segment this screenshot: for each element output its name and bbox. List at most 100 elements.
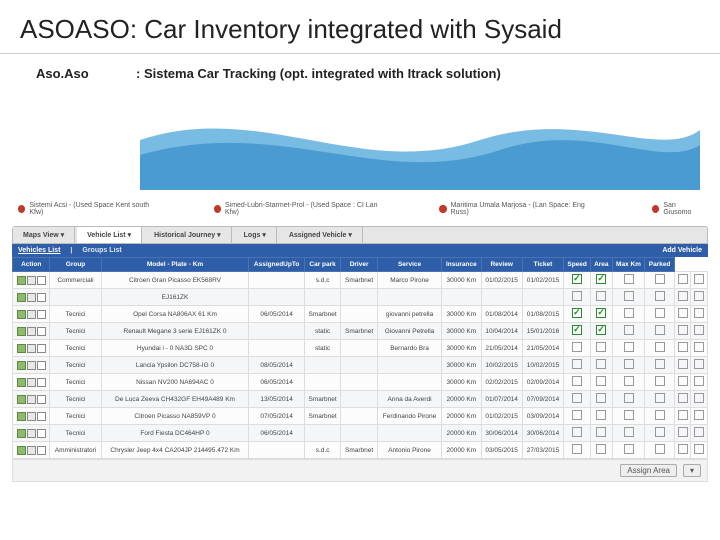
edit-icon[interactable] — [17, 378, 26, 387]
checkbox-icon[interactable] — [655, 376, 665, 386]
checkbox-icon[interactable] — [596, 274, 606, 284]
delete-icon[interactable] — [27, 429, 36, 438]
checkbox-icon[interactable] — [596, 325, 606, 335]
subnav-groups-list[interactable]: Groups List — [82, 247, 121, 254]
delete-icon[interactable] — [27, 276, 36, 285]
checkbox-icon[interactable] — [596, 444, 606, 454]
checkbox-icon[interactable] — [655, 444, 665, 454]
tab-vehicle-list-[interactable]: Vehicle List ▾ — [77, 227, 142, 243]
view-icon[interactable] — [37, 361, 46, 370]
checkbox-icon[interactable] — [596, 376, 606, 386]
checkbox-icon[interactable] — [694, 308, 704, 318]
checkbox-icon[interactable] — [624, 444, 634, 454]
checkbox-icon[interactable] — [572, 393, 582, 403]
checkbox-icon[interactable] — [572, 359, 582, 369]
checkbox-icon[interactable] — [655, 308, 665, 318]
edit-icon[interactable] — [17, 327, 26, 336]
checkbox-icon[interactable] — [624, 291, 634, 301]
edit-icon[interactable] — [17, 446, 26, 455]
checkbox-icon[interactable] — [694, 376, 704, 386]
checkbox-icon[interactable] — [655, 325, 665, 335]
checkbox-icon[interactable] — [572, 342, 582, 352]
checkbox-icon[interactable] — [678, 427, 688, 437]
edit-icon[interactable] — [17, 395, 26, 404]
checkbox-icon[interactable] — [596, 410, 606, 420]
tab-maps-view-[interactable]: Maps View ▾ — [13, 227, 75, 243]
checkbox-icon[interactable] — [678, 291, 688, 301]
view-icon[interactable] — [37, 327, 46, 336]
checkbox-icon[interactable] — [596, 359, 606, 369]
delete-icon[interactable] — [27, 310, 36, 319]
checkbox-icon[interactable] — [678, 444, 688, 454]
checkbox-icon[interactable] — [694, 291, 704, 301]
checkbox-icon[interactable] — [572, 291, 582, 301]
checkbox-icon[interactable] — [624, 274, 634, 284]
checkbox-icon[interactable] — [596, 427, 606, 437]
checkbox-icon[interactable] — [572, 427, 582, 437]
tab-assigned-vehicle-[interactable]: Assigned Vehicle ▾ — [279, 227, 363, 243]
add-vehicle-button[interactable]: Add Vehicle — [662, 247, 702, 254]
checkbox-icon[interactable] — [678, 342, 688, 352]
assign-area-button[interactable]: Assign Area — [620, 464, 677, 477]
checkbox-icon[interactable] — [624, 308, 634, 318]
checkbox-icon[interactable] — [655, 274, 665, 284]
checkbox-icon[interactable] — [678, 376, 688, 386]
delete-icon[interactable] — [27, 361, 36, 370]
edit-icon[interactable] — [17, 310, 26, 319]
tab-logs-[interactable]: Logs ▾ — [234, 227, 277, 243]
checkbox-icon[interactable] — [694, 444, 704, 454]
delete-icon[interactable] — [27, 344, 36, 353]
checkbox-icon[interactable] — [678, 359, 688, 369]
checkbox-icon[interactable] — [596, 393, 606, 403]
checkbox-icon[interactable] — [655, 410, 665, 420]
edit-icon[interactable] — [17, 276, 26, 285]
checkbox-icon[interactable] — [572, 308, 582, 318]
checkbox-icon[interactable] — [624, 393, 634, 403]
checkbox-icon[interactable] — [694, 359, 704, 369]
checkbox-icon[interactable] — [624, 427, 634, 437]
checkbox-icon[interactable] — [596, 342, 606, 352]
view-icon[interactable] — [37, 412, 46, 421]
checkbox-icon[interactable] — [572, 274, 582, 284]
checkbox-icon[interactable] — [572, 410, 582, 420]
checkbox-icon[interactable] — [678, 393, 688, 403]
checkbox-icon[interactable] — [596, 291, 606, 301]
delete-icon[interactable] — [27, 412, 36, 421]
view-icon[interactable] — [37, 446, 46, 455]
checkbox-icon[interactable] — [572, 325, 582, 335]
checkbox-icon[interactable] — [694, 393, 704, 403]
delete-icon[interactable] — [27, 378, 36, 387]
delete-icon[interactable] — [27, 293, 36, 302]
checkbox-icon[interactable] — [655, 359, 665, 369]
checkbox-icon[interactable] — [694, 274, 704, 284]
checkbox-icon[interactable] — [624, 410, 634, 420]
delete-icon[interactable] — [27, 446, 36, 455]
checkbox-icon[interactable] — [624, 376, 634, 386]
checkbox-icon[interactable] — [678, 325, 688, 335]
view-icon[interactable] — [37, 378, 46, 387]
view-icon[interactable] — [37, 293, 46, 302]
checkbox-icon[interactable] — [694, 427, 704, 437]
edit-icon[interactable] — [17, 412, 26, 421]
edit-icon[interactable] — [17, 429, 26, 438]
checkbox-icon[interactable] — [678, 410, 688, 420]
tab-historical-journey-[interactable]: Historical Journey ▾ — [144, 227, 232, 243]
view-icon[interactable] — [37, 395, 46, 404]
view-icon[interactable] — [37, 429, 46, 438]
checkbox-icon[interactable] — [678, 308, 688, 318]
checkbox-icon[interactable] — [655, 427, 665, 437]
checkbox-icon[interactable] — [572, 376, 582, 386]
assign-area-dropdown[interactable]: ▾ — [683, 464, 701, 477]
view-icon[interactable] — [37, 344, 46, 353]
checkbox-icon[interactable] — [694, 325, 704, 335]
checkbox-icon[interactable] — [694, 342, 704, 352]
delete-icon[interactable] — [27, 327, 36, 336]
delete-icon[interactable] — [27, 395, 36, 404]
view-icon[interactable] — [37, 310, 46, 319]
checkbox-icon[interactable] — [624, 342, 634, 352]
checkbox-icon[interactable] — [694, 410, 704, 420]
view-icon[interactable] — [37, 276, 46, 285]
checkbox-icon[interactable] — [678, 274, 688, 284]
checkbox-icon[interactable] — [572, 444, 582, 454]
edit-icon[interactable] — [17, 344, 26, 353]
